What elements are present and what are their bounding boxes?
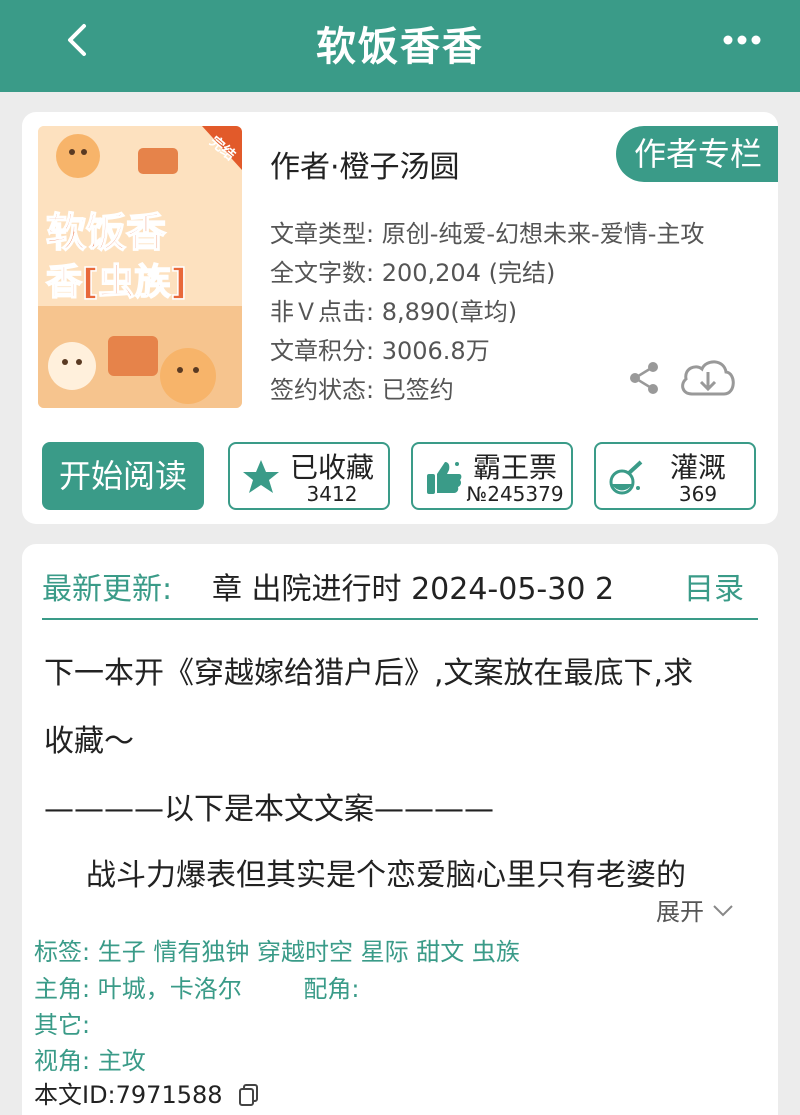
other-label: 其它: [34,1011,91,1039]
copy-icon[interactable] [238,1083,260,1107]
water-button[interactable]: 灌溉 369 [594,442,756,510]
expand-button[interactable]: 展开 [656,892,734,927]
tags-label: 标签: [34,938,91,966]
info-score: 文章积分: 3006.8万 [270,337,490,365]
description-line: ————以下是本文文案———— [44,792,494,827]
description-line: 收藏～ [44,724,134,759]
info-word-count: 全文字数: 200,204 (完结) [270,259,556,287]
vote-count: №245379 [466,482,564,506]
pov-row: 视角: 主攻 [34,1041,146,1076]
divider [42,618,758,620]
thumbs-up-icon [427,462,462,494]
book-info-card: 软饭香 香[虫族] 完结 作者·橙子汤圆 作者专栏 文章类型: 原创-纯爱-幻想… [22,112,778,524]
tags-list[interactable]: 生子 情有独钟 穿越时空 星际 甜文 虫族 [98,938,520,966]
support-label: 配角: [303,975,360,1003]
svg-text:软饭香: 软饭香 [46,210,166,256]
article-id: 本文ID:7971588 [34,1081,223,1109]
collect-count: 3412 [306,482,358,506]
description-line: 下一本开《穿越嫁给猎户后》,文案放在最底下,求 [44,656,694,691]
expand-label: 展开 [656,898,704,926]
lead-label: 主角: [34,975,91,1003]
latest-update-label: 最新更新: [42,572,173,607]
pov-value: 主攻 [97,1047,146,1075]
author-column-button[interactable]: 作者专栏 [616,126,778,182]
toc-link[interactable]: 目录 [684,564,744,608]
description-line: 战斗力爆表但其实是个恋爱脑心里只有老婆的 [86,858,686,893]
info-sign-status: 签约状态: 已签约 [270,376,454,404]
other-row: 其它: [34,1005,90,1040]
svg-text:香[虫族]: 香[虫族] [46,262,187,303]
collect-button[interactable]: 已收藏 3412 [228,442,390,510]
tags-row: 标签: 生子 情有独钟 穿越时空 星际 甜文 虫族 [34,932,520,967]
vote-button[interactable]: 霸王票 №245379 [411,442,573,510]
id-row: 本文ID:7971588 [34,1075,260,1110]
share-icon[interactable] [626,360,662,396]
page-title: 软饭香香 [316,24,484,70]
chevron-down-icon [712,905,733,917]
description-card: 最新更新: 章 出院进行时 2024-05-30 2 目录 下一本开《穿越嫁给猎… [22,544,778,1115]
cover-illustration: 软饭香 香[虫族] 完结 [38,126,242,408]
watering-flask-icon [609,460,643,495]
cloud-download-icon[interactable] [678,356,738,400]
water-count: 369 [678,482,718,506]
info-type: 文章类型: 原创-纯爱-幻想未来-爱情-主攻 [270,220,705,248]
more-dots-icon[interactable] [722,26,762,54]
latest-chapter-marquee[interactable]: 章 出院进行时 2024-05-30 2 [212,564,652,608]
pov-label: 视角: [34,1047,91,1075]
author-name[interactable]: 作者·橙子汤圆 [270,142,460,186]
lead-value: 叶城，卡洛尔 [97,975,242,1003]
lead-row: 主角: 叶城，卡洛尔 配角: [34,969,359,1004]
book-cover[interactable]: 软饭香 香[虫族] 完结 [38,126,242,408]
top-bar: 软饭香香 [0,0,800,92]
collect-label: 已收藏 [289,451,374,484]
water-label: 灌溉 [669,451,726,484]
star-icon [243,460,279,493]
vote-label: 霸王票 [472,451,557,484]
start-reading-button[interactable]: 开始阅读 [42,442,204,510]
info-clicks: 非Ｖ点击: 8,890(章均) [270,298,518,326]
